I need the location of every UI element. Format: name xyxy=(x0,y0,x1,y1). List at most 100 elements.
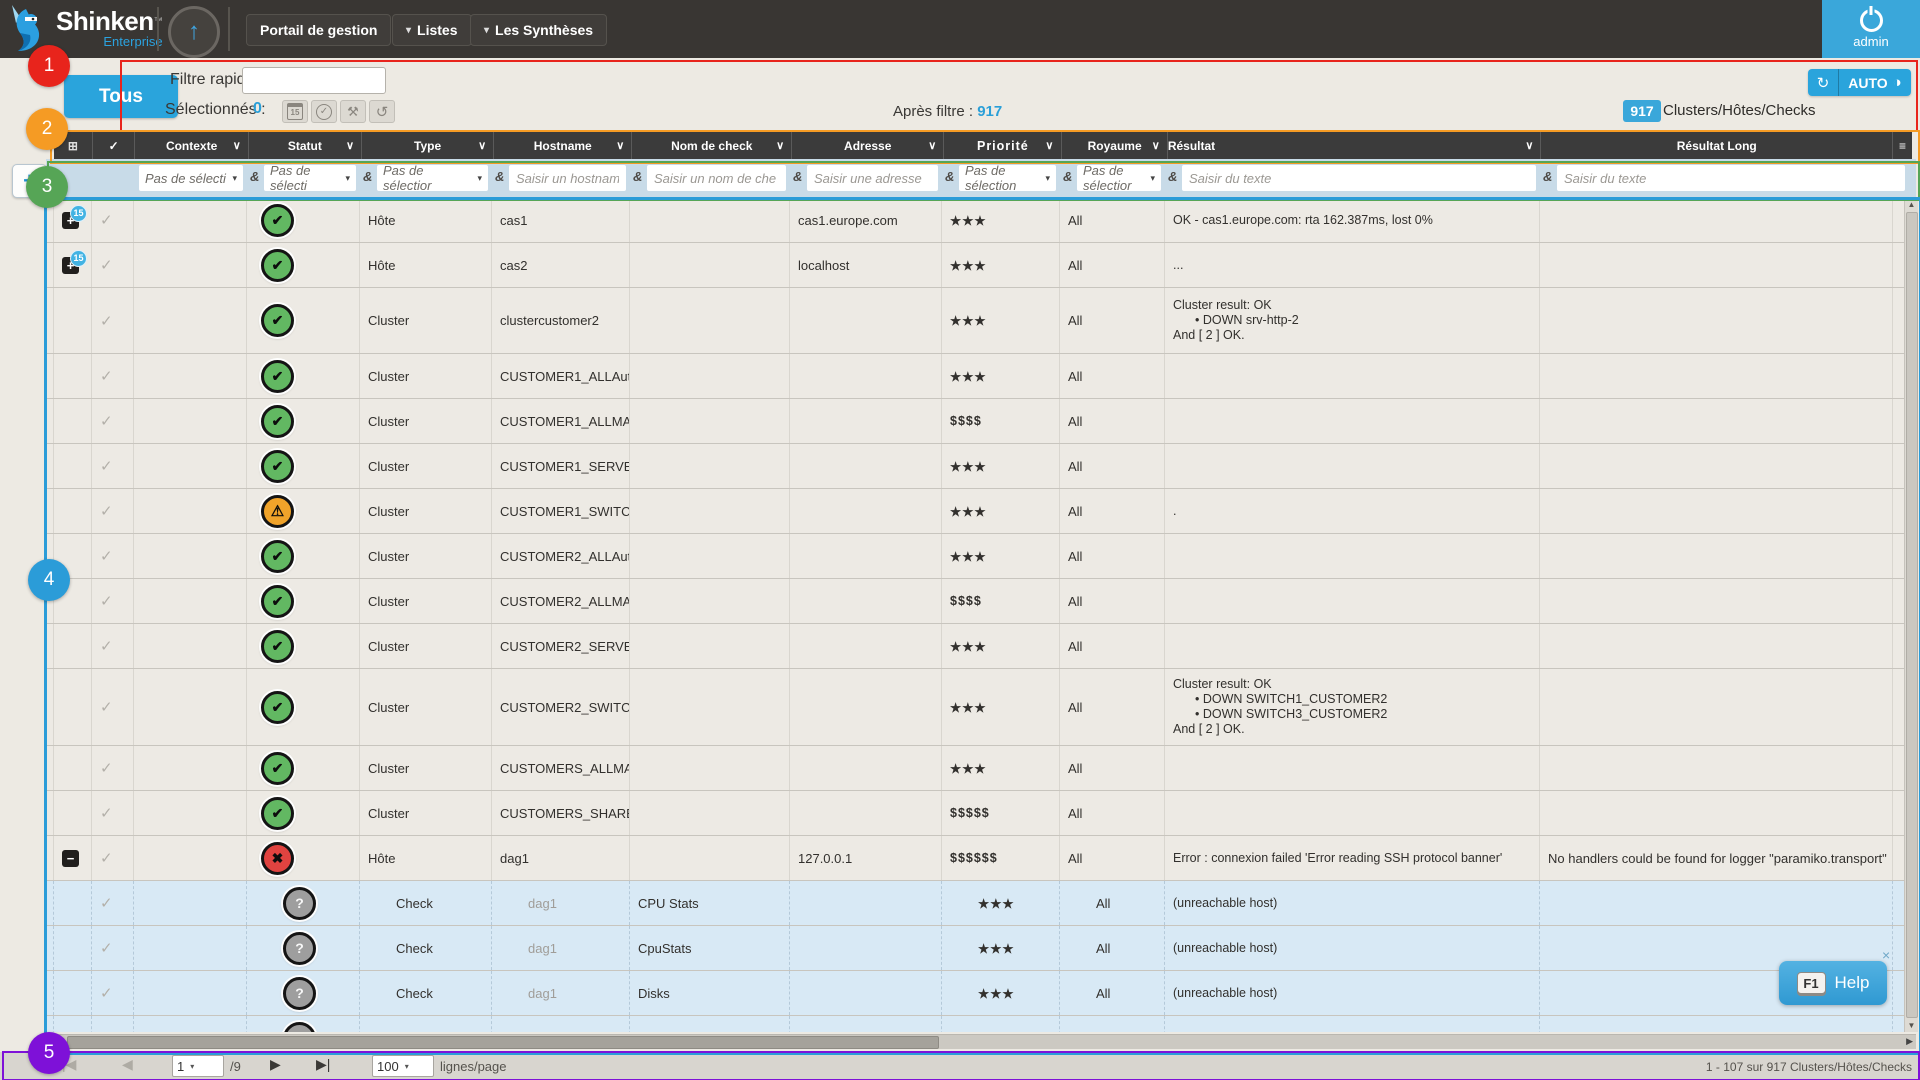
table-row[interactable]: ✓⚠ClusterCUSTOMER1_SWITCH★★★All. xyxy=(46,489,1916,534)
column-header-r-sultat-long[interactable]: Résultat Long xyxy=(1541,132,1893,159)
row-select-check-icon[interactable]: ✓ xyxy=(100,849,113,867)
help-widget[interactable]: F1 Help xyxy=(1779,961,1887,1005)
row-select-check-icon[interactable]: ✓ xyxy=(100,894,113,912)
row-select-check-icon[interactable]: ✓ xyxy=(100,939,113,957)
menu-les-syntheses[interactable]: ▾ Les Synthèses xyxy=(470,14,607,46)
vertical-scrollbar[interactable]: ▲ ▼ xyxy=(1904,198,1918,1032)
row-select-check-icon[interactable]: ✓ xyxy=(100,211,113,229)
table-row[interactable]: ✓✔Clusterclustercustomer2★★★AllCluster r… xyxy=(46,288,1916,354)
filter-select[interactable]: Pas de sélecti▾ xyxy=(264,165,356,191)
tools-button[interactable]: ⚒ xyxy=(340,100,366,123)
shinken-logo[interactable]: Shinken™ Enterprise xyxy=(6,3,163,53)
acknowledge-button[interactable]: ✓ xyxy=(311,100,337,123)
column-header-type[interactable]: Type∨ xyxy=(362,132,494,159)
filter-select[interactable]: Pas de sélectior▾ xyxy=(377,165,488,191)
row-select-check-icon[interactable]: ✓ xyxy=(100,759,113,777)
table-row[interactable]: ✓✔ClusterCUSTOMER2_ALLMANU$$$$All xyxy=(46,579,1916,624)
filter-select[interactable]: Pas de sélectior▾ xyxy=(1077,165,1161,191)
table-row[interactable]: ✓✔ClusterCUSTOMER1_SERVERS★★★All xyxy=(46,444,1916,489)
auto-refresh-button[interactable]: ↻ AUTO ◑ xyxy=(1808,69,1911,96)
table-row[interactable]: ✓✔ClusterCUSTOMERS_SHARED$$$$$All xyxy=(46,791,1916,836)
sort-chevron-icon[interactable]: ∨ xyxy=(1045,139,1054,152)
cell-result: Error : connexion failed 'Error reading … xyxy=(1165,836,1540,880)
column-header-statut[interactable]: Statut∨ xyxy=(249,132,362,159)
menu-listes[interactable]: ▾ Listes xyxy=(392,14,472,46)
column-header-hostname[interactable]: Hostname∨ xyxy=(494,132,632,159)
row-select-check-icon[interactable]: ✓ xyxy=(100,1029,113,1032)
horizontal-scrollbar-thumb[interactable] xyxy=(67,1036,939,1049)
scroll-right-arrow[interactable]: ▶ xyxy=(1906,1036,1913,1047)
help-close-icon[interactable]: × xyxy=(1882,947,1890,963)
row-select-check-icon[interactable]: ✓ xyxy=(100,592,113,610)
table-row[interactable]: +15✓✔Hôtecas2localhost★★★All... xyxy=(46,243,1916,288)
row-select-check-icon[interactable]: ✓ xyxy=(100,412,113,430)
column-header-priorit-[interactable]: Priorité∨ xyxy=(944,132,1062,159)
filter-input[interactable] xyxy=(1557,165,1905,191)
cell-hostname: dag1 xyxy=(492,881,630,925)
quick-filter-input[interactable] xyxy=(242,67,386,94)
row-select-check-icon[interactable]: ✓ xyxy=(100,804,113,822)
filter-input[interactable] xyxy=(509,165,626,191)
page-size-select[interactable]: 100 ▾ xyxy=(372,1055,434,1077)
next-page-button[interactable]: ▶ xyxy=(270,1056,281,1073)
header-select-all[interactable]: ✓ xyxy=(93,132,136,159)
vertical-scrollbar-thumb[interactable] xyxy=(1906,212,1918,1018)
menu-portail-de-gestion[interactable]: Portail de gestion xyxy=(246,14,391,46)
table-row[interactable]: ✓?Checkdag1DiskStats★★★All(unreachable h… xyxy=(46,1016,1916,1032)
filter-input[interactable] xyxy=(647,165,786,191)
column-header-contexte[interactable]: Contexte∨ xyxy=(135,132,248,159)
filter-input[interactable] xyxy=(1182,165,1536,191)
table-row[interactable]: −✓✖Hôtedag1127.0.0.1$$$$$$AllError : con… xyxy=(46,836,1916,881)
calendar-button[interactable]: 15 xyxy=(282,100,308,123)
sort-chevron-icon[interactable]: ∨ xyxy=(346,139,354,152)
admin-user-button[interactable]: admin xyxy=(1822,0,1920,58)
sort-chevron-icon[interactable]: ∨ xyxy=(616,139,624,152)
all-filter-button[interactable]: Tous xyxy=(64,75,178,118)
filter-input[interactable] xyxy=(807,165,938,191)
sort-chevron-icon[interactable]: ∨ xyxy=(928,139,936,152)
table-row[interactable]: ✓✔ClusterCUSTOMERS_ALLMANU★★★All xyxy=(46,746,1916,791)
table-row[interactable]: +15✓✔Hôtecas1cas1.europe.com★★★AllOK - c… xyxy=(46,198,1916,243)
scroll-down-arrow[interactable]: ▼ xyxy=(1905,1019,1918,1032)
page-select[interactable]: 1 ▾ xyxy=(172,1055,224,1077)
table-row[interactable]: ✓✔ClusterCUSTOMER1_ALLMANU$$$$All xyxy=(46,399,1916,444)
row-select-check-icon[interactable]: ✓ xyxy=(100,698,113,716)
add-filter-button[interactable]: + xyxy=(12,164,47,198)
table-row[interactable]: ✓✔ClusterCUSTOMER2_SWITCH★★★AllCluster r… xyxy=(46,669,1916,746)
header-expand-all[interactable]: ⊞ xyxy=(54,132,93,159)
table-row[interactable]: ✓?Checkdag1CpuStats★★★All(unreachable ho… xyxy=(46,926,1916,971)
row-select-check-icon[interactable]: ✓ xyxy=(100,312,113,330)
row-select-check-icon[interactable]: ✓ xyxy=(100,984,113,1002)
sort-chevron-icon[interactable]: ∨ xyxy=(1525,139,1533,152)
row-select-check-icon[interactable]: ✓ xyxy=(100,502,113,520)
first-page-button[interactable]: |◀ xyxy=(62,1056,76,1073)
table-row[interactable]: ✓✔ClusterCUSTOMER2_ALLAuto★★★All xyxy=(46,534,1916,579)
horizontal-scrollbar[interactable]: ▶ xyxy=(46,1034,1916,1049)
column-header-royaume[interactable]: Royaume∨ xyxy=(1062,132,1167,159)
row-select-check-icon[interactable]: ✓ xyxy=(100,547,113,565)
collapse-row-button[interactable]: − xyxy=(62,850,79,867)
sort-chevron-icon[interactable]: ∨ xyxy=(478,139,486,152)
sort-chevron-icon[interactable]: ∨ xyxy=(233,139,241,152)
filter-select[interactable]: Pas de sélection▾ xyxy=(959,165,1056,191)
table-row[interactable]: ✓✔ClusterCUSTOMER2_SERVERS★★★All xyxy=(46,624,1916,669)
prev-page-button[interactable]: ◀ xyxy=(122,1056,133,1073)
column-header-nom-de-check[interactable]: Nom de check∨ xyxy=(632,132,792,159)
row-select-check-icon[interactable]: ✓ xyxy=(100,256,113,274)
row-select-check-icon[interactable]: ✓ xyxy=(100,367,113,385)
filter-select[interactable]: Pas de sélecti▾ xyxy=(139,165,243,191)
column-menu-button[interactable]: ≡ xyxy=(1893,132,1912,159)
table-row[interactable]: ✓?Checkdag1Disks★★★All(unreachable host) xyxy=(46,971,1916,1016)
sort-chevron-icon[interactable]: ∨ xyxy=(1152,139,1160,152)
column-header-adresse[interactable]: Adresse∨ xyxy=(792,132,944,159)
sort-chevron-icon[interactable]: ∨ xyxy=(776,139,784,152)
table-row[interactable]: ✓?Checkdag1CPU Stats★★★All(unreachable h… xyxy=(46,881,1916,926)
row-select-check-icon[interactable]: ✓ xyxy=(100,637,113,655)
scroll-top-button[interactable]: ↑ xyxy=(168,6,220,58)
scroll-up-arrow[interactable]: ▲ xyxy=(1905,198,1918,211)
column-header-r-sultat[interactable]: Résultat∨ xyxy=(1168,132,1542,159)
table-row[interactable]: ✓✔ClusterCUSTOMER1_ALLAuto★★★All xyxy=(46,354,1916,399)
undo-button[interactable]: ↺ xyxy=(369,100,395,123)
row-select-check-icon[interactable]: ✓ xyxy=(100,457,113,475)
last-page-button[interactable]: ▶| xyxy=(316,1056,330,1073)
